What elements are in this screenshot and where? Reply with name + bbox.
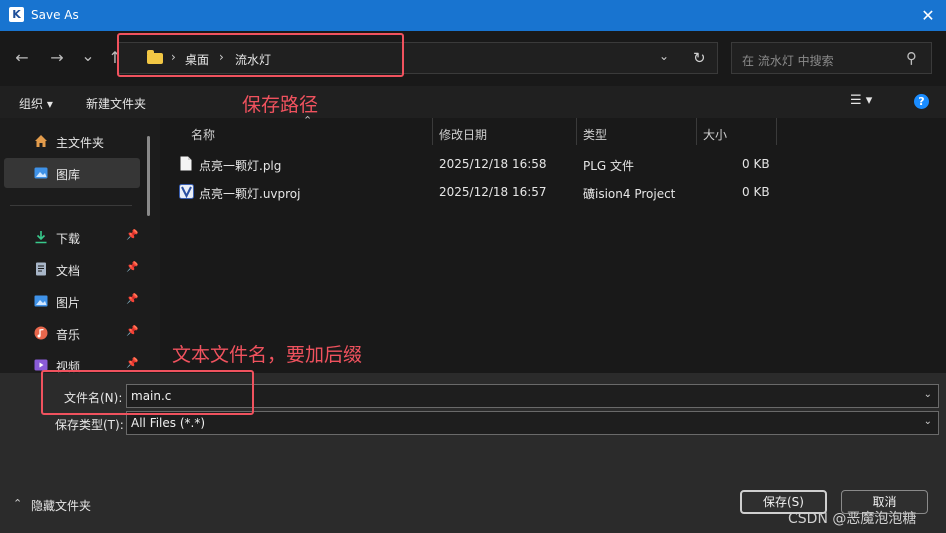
- file-type-value: All Files (*.*): [131, 416, 206, 430]
- recent-locations-button[interactable]: ⌄: [77, 46, 99, 65]
- sidebar-item-label: 图片: [56, 296, 81, 310]
- sidebar-scrollbar[interactable]: [147, 136, 150, 216]
- chevron-down-icon[interactable]: ⌄: [924, 416, 932, 427]
- column-divider[interactable]: [776, 118, 777, 145]
- file-row[interactable]: 点亮一颗灯.plg 2025/12/18 16:58 PLG 文件 0 KB: [175, 151, 775, 177]
- help-icon[interactable]: ?: [914, 94, 929, 109]
- column-header-size[interactable]: 大小: [703, 126, 727, 143]
- pin-icon[interactable]: 📌: [126, 326, 138, 337]
- new-folder-button[interactable]: 新建文件夹: [86, 95, 146, 112]
- file-size: 0 KB: [742, 185, 770, 199]
- path-highlight-box: [117, 33, 404, 77]
- sidebar-divider: [10, 205, 132, 206]
- file-date: 2025/12/18 16:57: [439, 185, 547, 199]
- sidebar-item-documents[interactable]: 文档 📌: [4, 254, 140, 284]
- keil-project-icon: [179, 184, 194, 199]
- file-date: 2025/12/18 16:58: [439, 157, 547, 171]
- file-size: 0 KB: [742, 157, 770, 171]
- watermark: CSDN @恶魔泡泡糖: [788, 511, 917, 527]
- search-input[interactable]: 在 流水灯 中搜索 ⚲: [731, 42, 932, 74]
- search-icon[interactable]: ⚲: [906, 49, 917, 67]
- picture-icon: [34, 295, 48, 307]
- gallery-icon: [34, 167, 48, 179]
- filename-annotation: 文本文件名，要加后缀: [172, 344, 363, 366]
- file-icon: [180, 156, 192, 171]
- file-name: 点亮一颗灯.uvproj: [199, 187, 301, 201]
- organize-button[interactable]: 组织 ▾: [19, 95, 53, 112]
- sidebar-item-label: 文档: [56, 264, 81, 278]
- chevron-up-icon[interactable]: ⌃: [13, 497, 22, 510]
- sidebar-item-label: 图库: [56, 168, 81, 182]
- column-divider[interactable]: [432, 118, 433, 145]
- pin-icon[interactable]: 📌: [126, 262, 138, 273]
- sidebar-item-label: 主文件夹: [56, 136, 105, 150]
- view-options-icon[interactable]: ☰ ▾: [850, 93, 872, 108]
- back-button[interactable]: ←: [11, 48, 33, 67]
- file-type-label: 保存类型(T):: [55, 418, 124, 432]
- sidebar-item-downloads[interactable]: 下载 📌: [4, 222, 140, 252]
- sidebar-item-music[interactable]: 音乐 📌: [4, 318, 140, 348]
- pin-icon[interactable]: 📌: [126, 230, 138, 241]
- file-type: PLG 文件: [583, 159, 635, 173]
- keil-app-icon: K: [9, 7, 24, 22]
- file-row[interactable]: 点亮一颗灯.uvproj 2025/12/18 16:57 礦ision4 Pr…: [175, 179, 775, 205]
- navigation-pane: 主文件夹 图库 下载 📌 文档 📌 图片 📌 音乐 📌 视频 📌: [0, 118, 160, 373]
- chevron-down-icon[interactable]: ⌄: [924, 389, 932, 400]
- close-button[interactable]: ✕: [918, 6, 938, 25]
- column-header-name[interactable]: 名称: [191, 126, 215, 143]
- path-annotation: 保存路径: [242, 94, 319, 116]
- file-name: 点亮一颗灯.plg: [199, 159, 282, 173]
- file-type: 礦ision4 Project: [583, 187, 676, 201]
- filename-highlight-box: [41, 370, 254, 415]
- column-header-date[interactable]: 修改日期: [439, 126, 487, 143]
- search-placeholder: 在 流水灯 中搜索: [742, 54, 834, 68]
- refresh-icon[interactable]: ↻: [693, 49, 706, 67]
- home-icon: [35, 135, 47, 147]
- sidebar-item-label: 下载: [56, 232, 81, 246]
- music-icon: [34, 326, 48, 340]
- history-dropdown-icon[interactable]: ⌄: [659, 49, 669, 63]
- pin-icon[interactable]: 📌: [126, 294, 138, 305]
- sidebar-item-gallery[interactable]: 图库: [4, 158, 140, 188]
- document-icon: [36, 262, 46, 276]
- window-title: Save As: [31, 8, 79, 22]
- sidebar-item-home[interactable]: 主文件夹: [4, 126, 140, 156]
- forward-button[interactable]: →: [46, 48, 68, 67]
- column-divider[interactable]: [696, 118, 697, 145]
- hide-folders-toggle[interactable]: 隐藏文件夹: [31, 497, 91, 514]
- toolbar: 组织 ▾ 新建文件夹 ☰ ▾ ?: [0, 86, 946, 118]
- pin-icon[interactable]: 📌: [126, 358, 138, 369]
- title-bar: K Save As ✕: [0, 0, 946, 31]
- column-header-type[interactable]: 类型: [583, 126, 607, 143]
- sidebar-item-pictures[interactable]: 图片 📌: [4, 286, 140, 316]
- download-icon: [35, 231, 47, 244]
- column-divider[interactable]: [576, 118, 577, 145]
- sidebar-item-label: 音乐: [56, 328, 81, 342]
